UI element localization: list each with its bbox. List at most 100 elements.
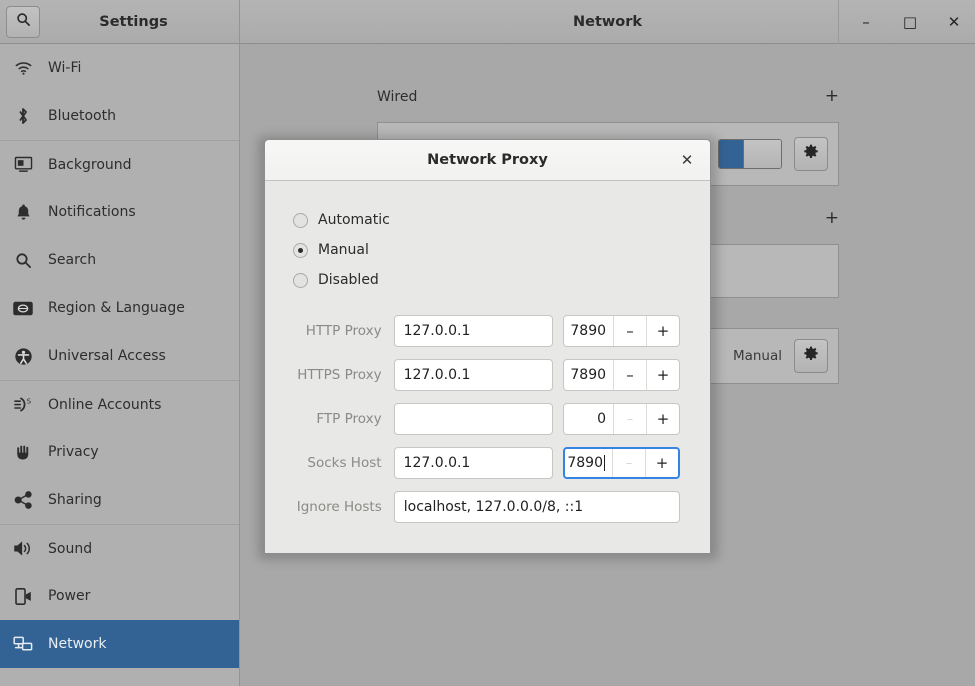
- svg-text:S: S: [27, 398, 32, 406]
- proxy-mode-manual[interactable]: Manual: [293, 235, 680, 265]
- proxy-mode-automatic[interactable]: Automatic: [293, 205, 680, 235]
- sidebar-item-wifi[interactable]: Wi-Fi: [0, 44, 239, 92]
- bell-icon: [12, 201, 34, 223]
- wired-row-controls: [718, 123, 828, 185]
- dialog-title: Network Proxy: [427, 152, 548, 168]
- field-label: HTTPS Proxy: [297, 367, 382, 383]
- radio-dot: [298, 247, 303, 253]
- ignore-hosts-input[interactable]: localhost, 127.0.0.0/8, ::1: [393, 491, 680, 523]
- background-icon: [12, 154, 34, 176]
- https-port-minus-button[interactable]: –: [613, 360, 646, 390]
- radio-disabled[interactable]: [293, 272, 308, 288]
- https-proxy-host-input[interactable]: 127.0.0.1: [393, 359, 554, 391]
- search-icon: [12, 249, 34, 271]
- sidebar: Wi-Fi Bluetooth Background Notifications…: [0, 44, 240, 686]
- field-label: Socks Host: [307, 455, 382, 471]
- radio-manual[interactable]: [293, 242, 308, 258]
- field-label: Ignore Hosts: [296, 499, 382, 515]
- http-proxy-port-spinner[interactable]: 7890 – +: [563, 315, 681, 347]
- sidebar-item-privacy[interactable]: Privacy: [0, 428, 239, 476]
- field-label: HTTP Proxy: [305, 323, 382, 339]
- wifi-icon: [12, 57, 34, 79]
- window-controls: – □ ✕: [838, 0, 967, 44]
- proxy-fields: HTTP Proxy 127.0.0.1 7890 – + HTTPS Prox…: [293, 309, 681, 529]
- wired-settings-button[interactable]: [794, 137, 828, 171]
- proxy-mode-disabled[interactable]: Disabled: [293, 265, 680, 295]
- field-row-https-proxy: HTTPS Proxy 127.0.0.1 7890 – +: [293, 353, 681, 397]
- text-caret: [604, 455, 605, 471]
- radio-automatic[interactable]: [293, 212, 308, 228]
- sidebar-item-bluetooth[interactable]: Bluetooth: [0, 92, 239, 140]
- ftp-proxy-port-spinner[interactable]: 0 – +: [563, 403, 681, 435]
- maximize-button[interactable]: □: [897, 9, 923, 35]
- region-language-icon: [12, 297, 34, 319]
- http-proxy-host-input[interactable]: 127.0.0.1: [393, 315, 554, 347]
- https-proxy-port-spinner[interactable]: 7890 – +: [563, 359, 681, 391]
- page-title: Network: [572, 13, 643, 30]
- sidebar-item-label: Privacy: [48, 444, 99, 460]
- ftp-proxy-port-value[interactable]: 0: [564, 404, 613, 434]
- sidebar-item-label: Power: [48, 588, 91, 604]
- toggle-knob: [743, 140, 781, 168]
- radio-label: Automatic: [318, 212, 390, 228]
- http-port-plus-button[interactable]: +: [646, 316, 679, 346]
- sidebar-item-universal-access[interactable]: Universal Access: [0, 332, 239, 380]
- sidebar-item-label: Wi-Fi: [48, 60, 82, 76]
- ftp-proxy-host-input[interactable]: [393, 403, 554, 435]
- ftp-port-minus-button[interactable]: –: [613, 404, 646, 434]
- sidebar-item-label: Sound: [48, 540, 93, 557]
- sidebar-item-sharing[interactable]: Sharing: [0, 476, 239, 524]
- sidebar-item-label: Region & Language: [48, 300, 185, 316]
- titlebar-left: Settings: [0, 0, 240, 44]
- proxy-mode-value: Manual: [732, 348, 782, 364]
- sidebar-item-label: Search: [48, 252, 97, 268]
- http-port-minus-button[interactable]: –: [613, 316, 646, 346]
- speaker-icon: [12, 538, 34, 560]
- socks-port-spinner[interactable]: 7890 – +: [562, 447, 680, 479]
- wired-toggle-switch[interactable]: [718, 139, 782, 169]
- radio-label: Disabled: [318, 272, 379, 288]
- gear-icon: [803, 144, 819, 164]
- ftp-port-plus-button[interactable]: +: [646, 404, 679, 434]
- http-proxy-port-value[interactable]: 7890: [564, 316, 613, 346]
- sidebar-item-search[interactable]: Search: [0, 236, 239, 284]
- proxy-row-controls: Manual: [733, 329, 828, 383]
- power-icon: [12, 585, 34, 607]
- https-proxy-port-value[interactable]: 7890: [564, 360, 613, 390]
- sidebar-item-sound[interactable]: Sound: [0, 524, 239, 572]
- universal-access-icon: [12, 345, 34, 367]
- section-title: Wired: [377, 88, 418, 105]
- field-row-socks-host: Socks Host 127.0.0.1 7890 – +: [293, 441, 680, 485]
- close-button[interactable]: ✕: [941, 9, 967, 35]
- sidebar-item-region-language[interactable]: Region & Language: [0, 284, 239, 332]
- sidebar-item-network[interactable]: Network: [0, 620, 239, 668]
- https-port-plus-button[interactable]: +: [646, 360, 679, 390]
- sidebar-item-background[interactable]: Background: [0, 140, 239, 188]
- sidebar-item-power[interactable]: Power: [0, 572, 239, 620]
- sidebar-item-notifications[interactable]: Notifications: [0, 188, 239, 236]
- field-row-ignore-hosts: Ignore Hosts localhost, 127.0.0.0/8, ::1: [293, 485, 680, 529]
- network-icon: [12, 633, 34, 655]
- online-accounts-icon: S: [12, 394, 34, 416]
- section-header-wired: Wired +: [377, 88, 839, 105]
- socks-port-value-wrap[interactable]: 7890: [565, 449, 612, 477]
- socks-port-plus-button[interactable]: +: [645, 449, 678, 477]
- search-button[interactable]: [6, 5, 40, 38]
- proxy-settings-button[interactable]: [794, 339, 828, 373]
- sidebar-item-online-accounts[interactable]: S Online Accounts: [0, 380, 239, 428]
- sidebar-item-label: Universal Access: [48, 348, 166, 364]
- socks-port-minus-button[interactable]: –: [612, 449, 645, 477]
- gear-icon: [803, 346, 819, 366]
- window-titlebar: Settings Network – □ ✕: [0, 0, 975, 44]
- dialog-close-button[interactable]: ✕: [676, 149, 698, 171]
- minimize-button[interactable]: –: [853, 9, 879, 35]
- field-label: FTP Proxy: [316, 411, 382, 427]
- add-vpn-button[interactable]: +: [825, 210, 839, 227]
- field-row-ftp-proxy: FTP Proxy 0 – +: [293, 397, 681, 441]
- settings-window: Settings Network – □ ✕ Wi-Fi Bluetooth B…: [0, 0, 975, 686]
- socks-host-input[interactable]: 127.0.0.1: [393, 447, 553, 479]
- add-connection-button[interactable]: +: [825, 88, 839, 105]
- search-icon: [16, 12, 31, 31]
- sidebar-item-label: Bluetooth: [48, 108, 116, 124]
- sharing-icon: [12, 489, 34, 511]
